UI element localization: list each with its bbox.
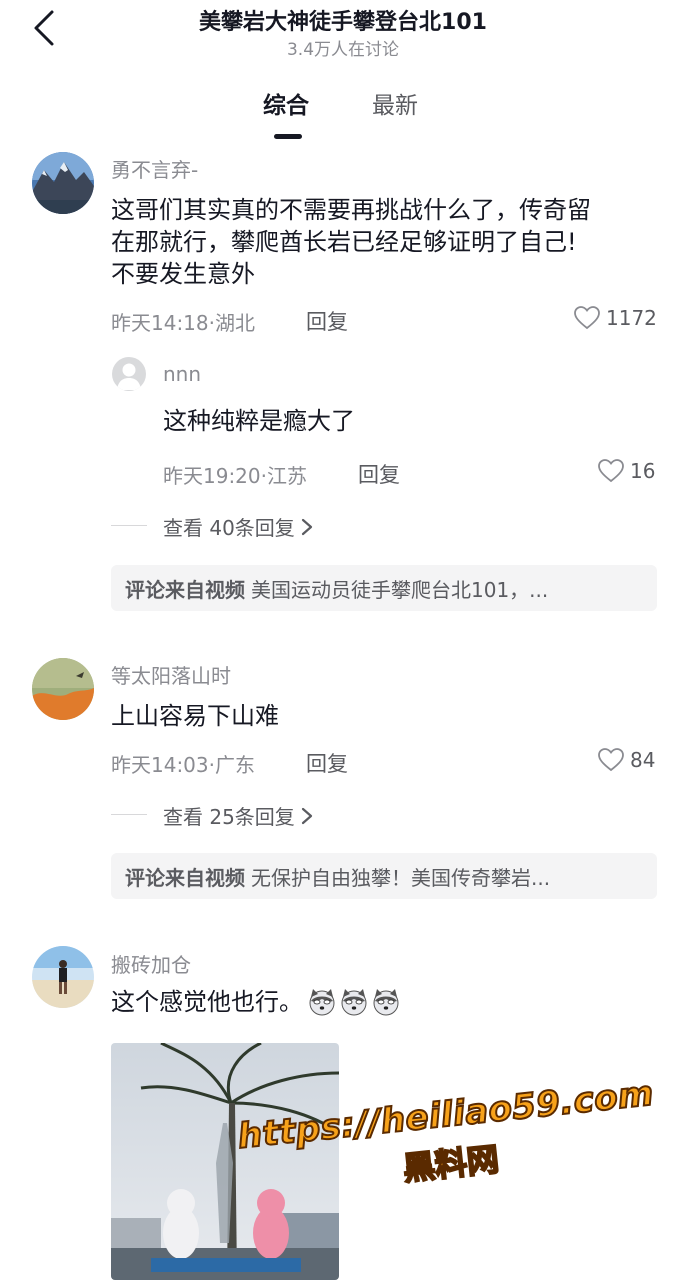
avatar[interactable]: [32, 152, 94, 214]
heart-icon: [598, 748, 624, 772]
active-tab-indicator: [274, 134, 302, 139]
avatar[interactable]: [32, 658, 94, 720]
tab-latest[interactable]: 最新: [372, 86, 418, 120]
comment-line: 在那就行，攀爬酋长岩已经足够证明了自己!: [111, 228, 577, 256]
chevron-right-icon: [301, 518, 312, 535]
view-more-replies[interactable]: 查看 40条回复: [163, 512, 313, 541]
like-count: 1172: [606, 306, 657, 330]
like-button[interactable]: 1172: [574, 306, 657, 330]
comment-username[interactable]: 勇不言弃-: [111, 154, 198, 183]
divider-line: [111, 525, 147, 526]
avatar[interactable]: [112, 357, 146, 391]
avatar-beach-image: [32, 946, 94, 1008]
reply-button[interactable]: 回复: [358, 459, 400, 489]
comment-username[interactable]: 等太阳落山时: [111, 660, 231, 689]
husky-emoji: [373, 989, 399, 1016]
comment-username[interactable]: 搬砖加仓: [111, 949, 191, 978]
comment-content: 这个感觉他也行。: [111, 986, 401, 1018]
heart-icon: [574, 306, 600, 330]
comment-time-location: 昨天14:18·湖北: [111, 311, 255, 335]
comment-line: 不要发生意外: [111, 260, 255, 288]
source-text: 美国运动员徒手攀爬台北101，...: [251, 577, 549, 602]
comment-text: 这个感觉他也行。: [111, 988, 303, 1016]
like-count: 16: [630, 459, 656, 483]
comment-content: 这哥们其实真的不需要再挑战什么了，传奇留 在那就行，攀爬酋长岩已经足够证明了自己…: [111, 194, 671, 290]
divider-line: [111, 814, 147, 815]
comment-line: 这哥们其实真的不需要再挑战什么了，传奇留: [111, 196, 591, 224]
default-avatar-icon: [112, 357, 146, 391]
header: 美攀岩大神徒手攀登台北101 3.4万人在讨论: [0, 0, 686, 60]
chevron-right-icon: [301, 807, 312, 824]
more-replies-label: 查看 40条回复: [163, 516, 295, 540]
reply-username[interactable]: nnn: [163, 362, 201, 386]
reply-button[interactable]: 回复: [306, 306, 348, 336]
comment-content: 上山容易下山难: [111, 702, 279, 730]
husky-emoji: [309, 989, 335, 1016]
comment-page: 美攀岩大神徒手攀登台北101 3.4万人在讨论 综合 最新 勇不言弃- 这哥们其…: [0, 0, 686, 1280]
tab-comprehensive[interactable]: 综合: [263, 86, 309, 120]
reply-content: 这种纯粹是瘾大了: [163, 407, 355, 435]
source-label: 评论来自视频: [125, 577, 245, 602]
avatar-sunset-image: [32, 658, 94, 720]
source-label: 评论来自视频: [125, 865, 245, 890]
heart-icon: [598, 459, 624, 483]
comment-time-location: 昨天14:03·广东: [111, 753, 255, 777]
discussion-count: 3.4万人在讨论: [286, 40, 400, 60]
video-source-link[interactable]: 评论来自视频 无保护自由独攀！美国传奇攀岩...: [111, 853, 657, 899]
avatar-mountain-image: [32, 152, 94, 214]
like-button[interactable]: 84: [598, 748, 655, 772]
source-text: 无保护自由独攀！美国传奇攀岩...: [251, 865, 551, 890]
like-button[interactable]: 16: [598, 459, 655, 483]
avatar[interactable]: [32, 946, 94, 1008]
like-count: 84: [630, 748, 656, 772]
video-source-link[interactable]: 评论来自视频 美国运动员徒手攀爬台北101，...: [111, 565, 657, 611]
reply-time-location: 昨天19:20·江苏: [163, 464, 307, 488]
reply-button[interactable]: 回复: [306, 748, 348, 778]
more-replies-label: 查看 25条回复: [163, 805, 295, 829]
tab-bar: 综合 最新: [0, 86, 686, 142]
husky-emoji: [341, 989, 367, 1016]
view-more-replies[interactable]: 查看 25条回复: [163, 801, 313, 830]
emoji-row: [307, 987, 401, 1017]
page-title: 美攀岩大神徒手攀登台北101: [199, 10, 487, 35]
